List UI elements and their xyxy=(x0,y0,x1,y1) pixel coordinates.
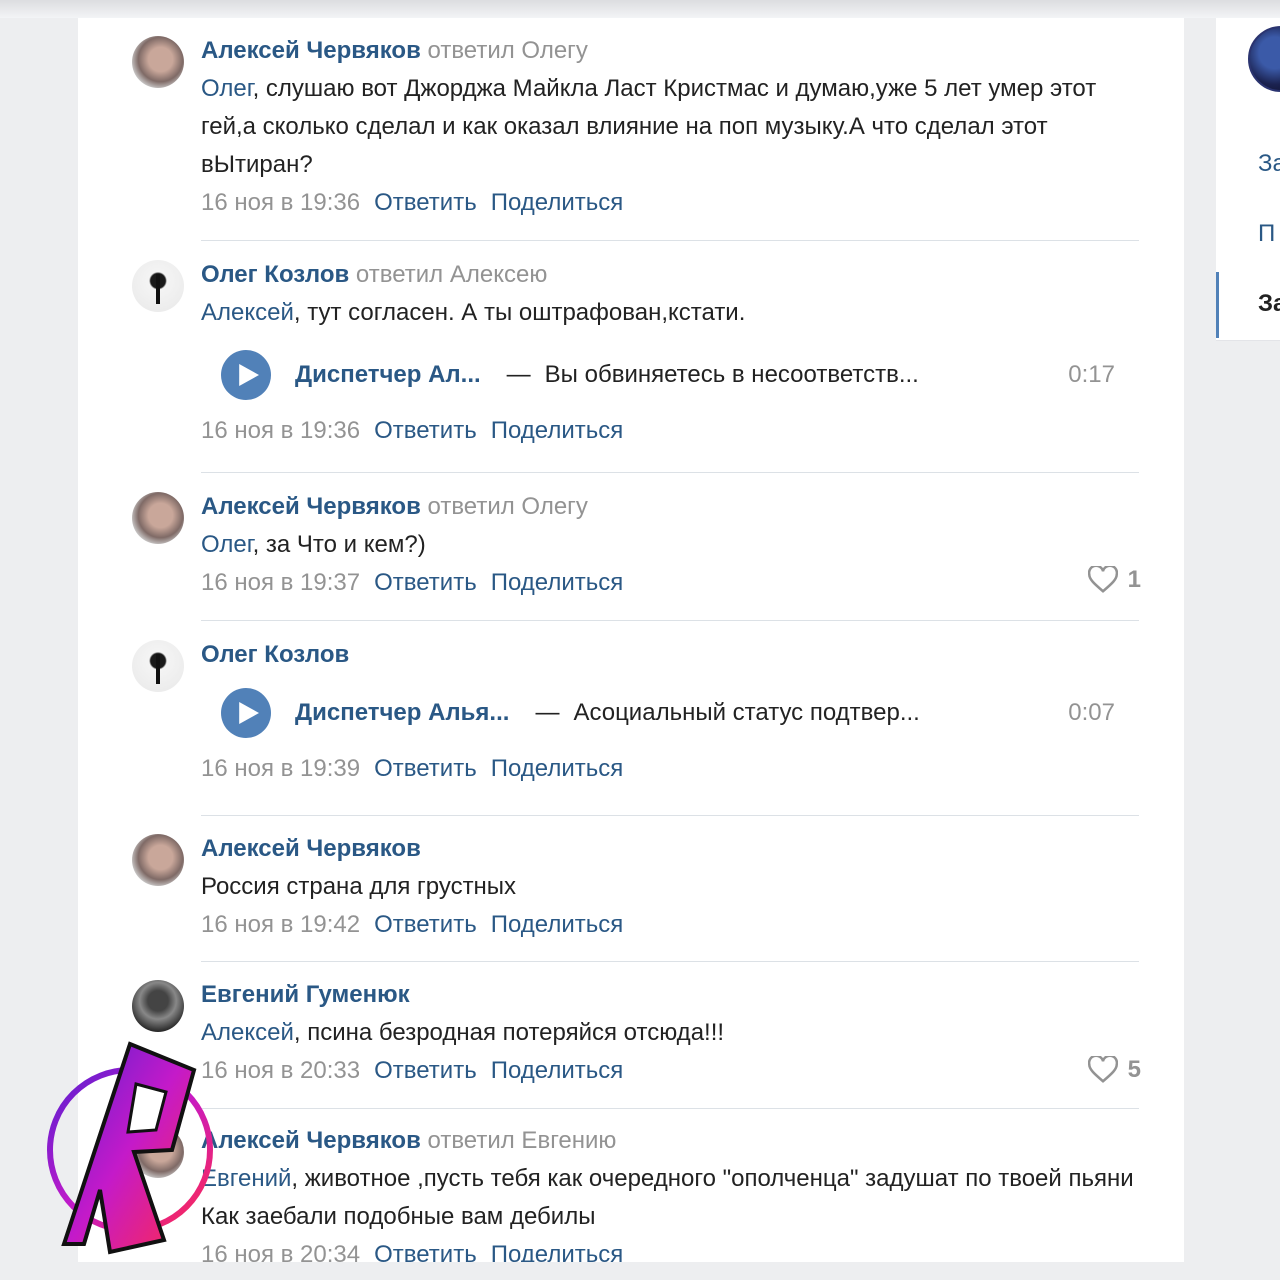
divider xyxy=(201,472,1139,473)
reply-button[interactable]: Ответить xyxy=(374,417,477,444)
audio-duration: 0:17 xyxy=(1068,361,1115,388)
divider xyxy=(201,961,1139,962)
comment-author[interactable]: Евгений Гуменюк xyxy=(201,981,410,1008)
top-bar xyxy=(0,0,1280,18)
mention-link[interactable]: Олег xyxy=(201,75,253,102)
comment-author[interactable]: Алексей Червяков xyxy=(201,37,421,64)
like-count: 5 xyxy=(1127,1056,1141,1083)
divider xyxy=(201,620,1139,621)
share-button[interactable]: Поделиться xyxy=(491,189,624,216)
like-button[interactable]: 5 xyxy=(1087,1056,1141,1084)
divider xyxy=(201,1108,1139,1109)
comment-time[interactable]: 16 ноя в 20:33 xyxy=(201,1057,360,1084)
comment-author[interactable]: Олег Козлов xyxy=(201,641,349,668)
reply-button[interactable]: Ответить xyxy=(374,1241,477,1262)
divider xyxy=(201,815,1139,816)
sidebar-item[interactable]: За xyxy=(1258,150,1280,178)
like-button[interactable]: 1 xyxy=(1087,566,1141,594)
audio-attachment: Диспетчер Ал... — Вы обвиняетесь в несоо… xyxy=(221,350,1141,400)
comment-time[interactable]: 16 ноя в 19:36 xyxy=(201,189,360,216)
play-icon xyxy=(239,364,259,386)
replied-to: ответил Алексею xyxy=(355,261,548,288)
active-indicator xyxy=(1216,272,1219,338)
comment-text: Евгений, животное ,пусть тебя как очеред… xyxy=(201,1165,1134,1230)
audio-title[interactable]: Асоциальный статус подтвер... xyxy=(573,699,919,727)
mention-link[interactable]: Алексей xyxy=(201,299,294,326)
sidebar-item[interactable]: П xyxy=(1258,220,1275,248)
comment-time[interactable]: 16 ноя в 19:42 xyxy=(201,911,360,938)
share-button[interactable]: Поделиться xyxy=(491,755,624,782)
play-button[interactable] xyxy=(221,350,271,400)
comment-time[interactable]: 16 ноя в 19:36 xyxy=(201,417,360,444)
avatar[interactable] xyxy=(132,640,184,692)
comment-text: Олег, слушаю вот Джорджа Майкла Ласт Кри… xyxy=(201,75,1097,178)
comment-text: Алексей, тут согласен. А ты оштрафован,к… xyxy=(201,299,746,326)
avatar[interactable] xyxy=(132,260,184,312)
audio-dash: — xyxy=(506,361,531,388)
comment-text: Олег, за Что и кем?) xyxy=(201,531,426,558)
comment-author[interactable]: Алексей Червяков xyxy=(201,1127,421,1154)
replied-to: ответил Евгению xyxy=(427,1127,617,1154)
play-icon xyxy=(239,702,259,724)
comment-text: Алексей, псина безродная потеряйся отсюд… xyxy=(201,1019,725,1046)
heart-icon xyxy=(1087,566,1118,593)
audio-duration: 0:07 xyxy=(1068,699,1115,726)
audio-artist[interactable]: Диспетчер Ал... xyxy=(295,361,481,389)
avatar[interactable] xyxy=(132,834,184,886)
reply-button[interactable]: Ответить xyxy=(374,189,477,216)
right-sidebar: За П За xyxy=(1216,18,1280,341)
avatar[interactable] xyxy=(132,492,184,544)
watermark-logo xyxy=(47,1041,213,1255)
comment-time[interactable]: 16 ноя в 19:39 xyxy=(201,755,360,782)
divider xyxy=(201,240,1139,241)
share-button[interactable]: Поделиться xyxy=(491,569,624,596)
heart-icon xyxy=(1087,1056,1118,1083)
comment-time[interactable]: 16 ноя в 19:37 xyxy=(201,569,360,596)
audio-title[interactable]: Вы обвиняетесь в несоответств... xyxy=(545,361,919,389)
community-avatar[interactable] xyxy=(1248,26,1280,92)
share-button[interactable]: Поделиться xyxy=(491,417,624,444)
reply-button[interactable]: Ответить xyxy=(374,1057,477,1084)
reply-button[interactable]: Ответить xyxy=(374,911,477,938)
replied-to: ответил Олегу xyxy=(427,493,588,520)
comment-author[interactable]: Алексей Червяков xyxy=(201,493,421,520)
replied-to: ответил Олегу xyxy=(427,37,588,64)
avatar[interactable] xyxy=(132,980,184,1032)
reply-button[interactable]: Ответить xyxy=(374,569,477,596)
share-button[interactable]: Поделиться xyxy=(491,1057,624,1084)
comments-feed: Алексей Червяков ответил Олегу Олег, слу… xyxy=(78,18,1184,1262)
audio-dash: — xyxy=(535,699,560,726)
audio-artist[interactable]: Диспетчер Алья... xyxy=(295,699,509,727)
like-count: 1 xyxy=(1127,566,1141,593)
share-button[interactable]: Поделиться xyxy=(491,1241,624,1262)
audio-attachment: Диспетчер Алья... — Асоциальный статус п… xyxy=(221,688,1141,738)
comment-author[interactable]: Алексей Червяков xyxy=(201,835,421,862)
reply-button[interactable]: Ответить xyxy=(374,755,477,782)
avatar[interactable] xyxy=(132,36,184,88)
play-button[interactable] xyxy=(221,688,271,738)
sidebar-item-active[interactable]: За xyxy=(1258,290,1280,318)
mention-link[interactable]: Олег xyxy=(201,531,253,558)
share-button[interactable]: Поделиться xyxy=(491,911,624,938)
comment-author[interactable]: Олег Козлов xyxy=(201,261,349,288)
comment-time[interactable]: 16 ноя в 20:34 xyxy=(201,1241,360,1262)
comment-text: Россия страна для грустных xyxy=(201,873,517,900)
